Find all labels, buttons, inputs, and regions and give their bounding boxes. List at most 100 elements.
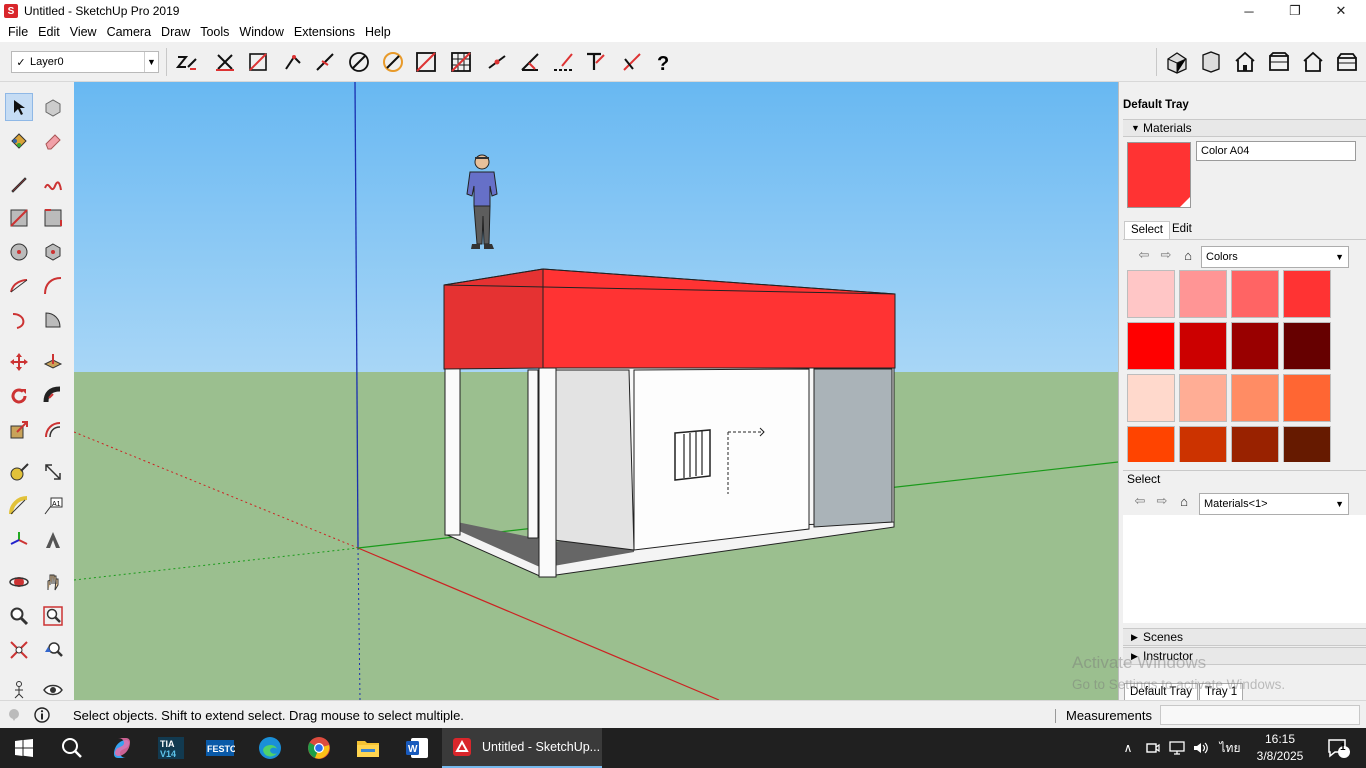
tia-portal-icon[interactable]: TIA V14 [147,728,195,768]
close-button[interactable]: ✕ [1318,0,1364,22]
menu-camera[interactable]: Camera [102,22,156,42]
arc-cut-icon[interactable] [484,49,510,75]
section-cut-x-icon[interactable] [212,49,238,75]
geo-location-icon[interactable] [6,707,22,723]
right-view-icon[interactable] [1266,49,1292,75]
previous-view-icon[interactable] [39,636,67,664]
menu-help[interactable]: Help [360,22,396,42]
angle-cut-icon[interactable] [517,49,543,75]
tab-tray-1[interactable]: Tray 1 [1199,683,1244,701]
back-view-icon[interactable] [1300,49,1326,75]
help-question-icon[interactable]: ? [650,49,676,75]
rotated-rectangle-icon[interactable] [39,204,67,232]
tab-default-tray[interactable]: Default Tray [1124,683,1198,701]
line-cut-icon[interactable] [312,49,338,75]
text-tool-icon[interactable] [582,49,608,75]
grid-square-icon[interactable] [448,49,474,75]
home-icon[interactable]: ⌂ [1177,248,1199,263]
color-swatch[interactable] [1231,270,1279,318]
tab-select[interactable]: Select [1124,221,1170,239]
menu-extensions[interactable]: Extensions [289,22,360,42]
top-view-icon[interactable] [1198,49,1224,75]
model-materials-dropdown[interactable]: Materials<1> ▼ [1199,493,1349,515]
minimize-button[interactable]: ─ [1226,0,1272,22]
circle-slash-icon[interactable] [346,49,372,75]
layer-dropdown[interactable]: ✓ Layer0 ▼ [11,51,159,73]
polygon-icon[interactable] [39,238,67,266]
color-swatch[interactable] [1231,374,1279,422]
pie-icon[interactable] [39,306,67,334]
two-point-arc-icon[interactable] [39,272,67,300]
menu-window[interactable]: Window [234,22,288,42]
forward-arrow-icon[interactable]: ⇨ [1155,247,1177,263]
library-dropdown[interactable]: Colors ▼ [1201,246,1349,268]
pan-hand-icon[interactable] [39,568,67,596]
rotate-icon[interactable] [5,382,33,410]
search-icon[interactable] [48,728,96,768]
menu-tools[interactable]: Tools [195,22,234,42]
offset-icon[interactable] [39,416,67,444]
color-swatch[interactable] [1283,270,1331,318]
component-icon[interactable] [39,93,67,121]
current-material-swatch[interactable] [1127,142,1191,208]
color-swatch[interactable] [1127,270,1175,318]
left-view-icon[interactable] [1334,49,1360,75]
section-plane-icon[interactable] [245,49,271,75]
file-explorer-icon[interactable] [344,728,392,768]
color-swatch[interactable] [1179,426,1227,462]
word-icon[interactable]: W [393,728,441,768]
hide-rest-of-model-icon[interactable] [174,49,200,75]
front-view-icon[interactable] [1232,49,1258,75]
volume-icon[interactable] [1190,728,1212,768]
taskbar-clock[interactable]: 16:15 3/8/2025 [1248,731,1312,765]
home-icon[interactable]: ⌂ [1173,494,1195,509]
scale-icon[interactable] [5,416,33,444]
forward-arrow-icon[interactable]: ⇨ [1151,493,1173,509]
paint-bucket-icon[interactable] [5,127,33,155]
iso-view-icon[interactable] [1164,49,1190,75]
square-slash-icon[interactable] [413,49,439,75]
chrome-browser-icon[interactable] [295,728,343,768]
select-arrow-icon[interactable] [5,93,33,121]
materials-section-header[interactable]: ▼ Materials [1123,119,1366,137]
arc-icon[interactable] [5,272,33,300]
color-swatch[interactable] [1179,322,1227,370]
color-swatch[interactable] [1283,374,1331,422]
eraser-icon[interactable] [39,127,67,155]
text-label-icon[interactable]: A1 [39,492,67,520]
festo-fluidsim-icon[interactable]: FESTO [196,728,244,768]
zoom-extents-icon[interactable] [5,636,33,664]
modeling-viewport[interactable] [74,82,1118,700]
color-swatch[interactable] [1127,374,1175,422]
show-hidden-icons-chevron-icon[interactable]: ∧ [1117,728,1139,768]
info-icon[interactable] [34,707,50,723]
color-swatch[interactable] [1283,426,1331,462]
network-icon[interactable] [1166,728,1188,768]
notification-center-icon[interactable]: 1 [1318,728,1358,768]
zoom-window-icon[interactable] [39,602,67,630]
color-swatch[interactable] [1127,322,1175,370]
edge-browser-icon[interactable] [246,728,294,768]
back-arrow-icon[interactable]: ⇦ [1129,493,1151,509]
dimension-icon[interactable] [39,458,67,486]
three-point-arc-icon[interactable] [5,306,33,334]
color-swatch[interactable] [1231,426,1279,462]
tape-measure-icon[interactable] [5,458,33,486]
menu-view[interactable]: View [65,22,102,42]
dimension-line-icon[interactable] [550,49,576,75]
pencil-line-icon[interactable] [5,170,33,198]
in-model-materials-list[interactable] [1123,515,1366,623]
meet-now-icon[interactable] [1143,728,1163,768]
material-name-field[interactable]: Color A04 [1196,141,1356,161]
measurements-input[interactable] [1160,705,1360,725]
freehand-icon[interactable] [39,170,67,198]
input-language-indicator[interactable]: ไทย [1216,728,1244,768]
menu-file[interactable]: File [3,22,33,42]
windows-start-icon[interactable] [0,728,48,768]
menu-draw[interactable]: Draw [156,22,195,42]
3d-text-icon[interactable] [39,526,67,554]
color-swatch[interactable] [1179,374,1227,422]
intersect-icon[interactable] [619,49,645,75]
circle-slash-orange-icon[interactable] [380,49,406,75]
axes-icon[interactable] [5,526,33,554]
